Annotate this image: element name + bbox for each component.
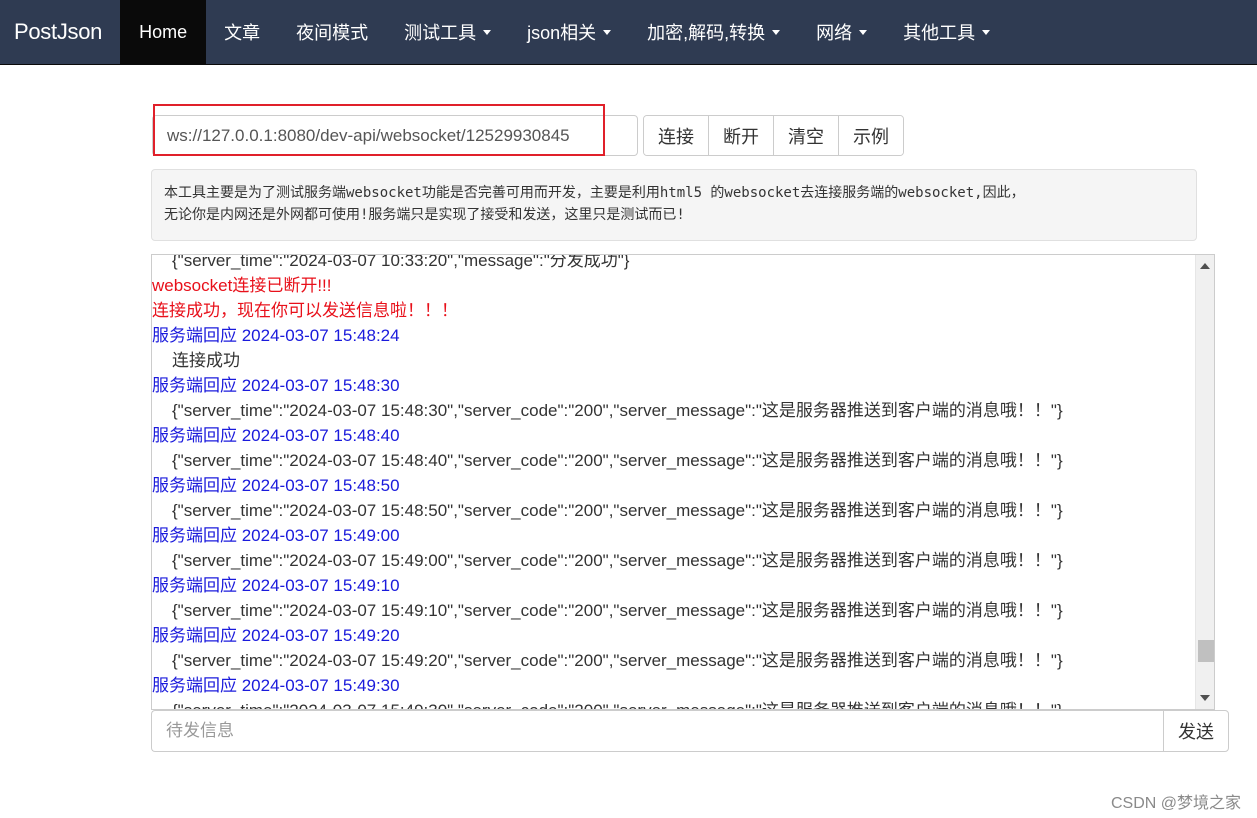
nav-item-3[interactable]: 测试工具 <box>386 0 509 64</box>
nav-item-0[interactable]: Home <box>120 0 207 64</box>
nav-item-5[interactable]: 加密,解码,转换 <box>629 0 798 64</box>
log-line: {"server_time":"2024-03-07 15:49:20","se… <box>172 651 1063 670</box>
log-line: websocket连接已断开!!! <box>152 276 332 295</box>
nav-item-label: 夜间模式 <box>296 23 369 43</box>
nav-item-2[interactable]: 夜间模式 <box>278 0 386 64</box>
scroll-down-arrow-icon[interactable] <box>1200 695 1210 701</box>
log-line: {"server_time":"2024-03-07 15:49:00","se… <box>172 551 1063 570</box>
send-message-row: 发送 <box>151 710 1229 752</box>
websocket-url-input[interactable] <box>152 115 638 156</box>
send-button[interactable]: 发送 <box>1163 710 1229 752</box>
info-line-1: 本工具主要是为了测试服务端websocket功能是否完善可用而开发，主要是利用h… <box>164 185 1025 201</box>
nav-item-4[interactable]: json相关 <box>509 0 629 64</box>
nav-item-label: 网络 <box>816 23 853 43</box>
log-line: {"server_time":"2024-03-07 15:48:50","se… <box>172 501 1063 520</box>
nav-menu: Home 文章 夜间模式 测试工具 json相关 加密,解码,转换 网络 其他工具 <box>120 0 1008 64</box>
log-line: 服务端回应 2024-03-07 15:49:30 <box>152 676 400 695</box>
example-button[interactable]: 示例 <box>838 116 903 155</box>
watermark: CSDN @梦境之家 <box>1110 795 1241 812</box>
log-line: 服务端回应 2024-03-07 15:48:40 <box>152 426 400 445</box>
log-line: 服务端回应 2024-03-07 15:48:50 <box>152 476 400 495</box>
caret-down-icon <box>483 29 492 35</box>
log-line: 连接成功，现在你可以发送信息啦！！！ <box>152 301 458 320</box>
log-line: {"server_time":"2024-03-07 15:49:30","se… <box>152 698 1195 709</box>
caret-down-icon <box>603 29 612 35</box>
caret-down-icon <box>982 29 991 35</box>
log-line: 服务端回应 2024-03-07 15:48:24 <box>152 326 400 345</box>
log-line: {"server_time":"2024-03-07 15:48:40","se… <box>172 451 1063 470</box>
nav-item-label: 加密,解码,转换 <box>647 23 766 43</box>
info-description: 本工具主要是为了测试服务端websocket功能是否完善可用而开发，主要是利用h… <box>151 169 1197 241</box>
log-line: 服务端回应 2024-03-07 15:49:00 <box>152 526 400 545</box>
info-line-2: 无论你是内网还是外网都可使用!服务端只是实现了接受和发送，这里只是测试而已! <box>164 207 685 223</box>
log-line: 服务端回应 2024-03-07 15:48:30 <box>152 376 400 395</box>
brand-logo[interactable]: PostJson <box>0 0 120 64</box>
disconnect-button[interactable]: 断开 <box>708 116 773 155</box>
log-scrollbar[interactable] <box>1195 255 1214 709</box>
nav-item-label: json相关 <box>527 23 597 43</box>
caret-down-icon <box>772 29 781 35</box>
nav-item-label: 测试工具 <box>404 23 477 43</box>
log-line: 连接成功 <box>172 351 240 370</box>
log-line: {"server_time":"2024-03-07 15:49:10","se… <box>172 601 1063 620</box>
nav-item-1[interactable]: 文章 <box>206 0 278 64</box>
log-line: {"server_time":"2024-03-07 15:48:30","se… <box>172 401 1063 420</box>
nav-item-label: 文章 <box>224 23 261 43</box>
message-log-content: {"server_time":"2024-03-07 10:33:20","me… <box>152 254 1195 709</box>
nav-item-6[interactable]: 网络 <box>798 0 885 64</box>
nav-item-label: 其他工具 <box>903 23 976 43</box>
message-input[interactable] <box>151 710 1163 752</box>
scrollbar-thumb[interactable] <box>1198 639 1214 662</box>
nav-item-7[interactable]: 其他工具 <box>885 0 1008 64</box>
clear-button[interactable]: 清空 <box>773 116 838 155</box>
log-line: 服务端回应 2024-03-07 15:49:10 <box>152 576 400 595</box>
connect-button[interactable]: 连接 <box>644 116 708 155</box>
caret-down-icon <box>859 29 868 35</box>
message-log[interactable]: {"server_time":"2024-03-07 10:33:20","me… <box>151 254 1215 710</box>
log-line: 服务端回应 2024-03-07 15:49:20 <box>152 626 400 645</box>
connection-button-group: 连接 断开 清空 示例 <box>643 115 904 156</box>
nav-item-label: Home <box>139 21 188 42</box>
log-line: {"server_time":"2024-03-07 10:33:20","me… <box>172 254 630 270</box>
scroll-up-arrow-icon[interactable] <box>1200 263 1210 269</box>
top-navbar: PostJson Home 文章 夜间模式 测试工具 json相关 加密,解码,转换 网络 其… <box>0 0 1257 65</box>
